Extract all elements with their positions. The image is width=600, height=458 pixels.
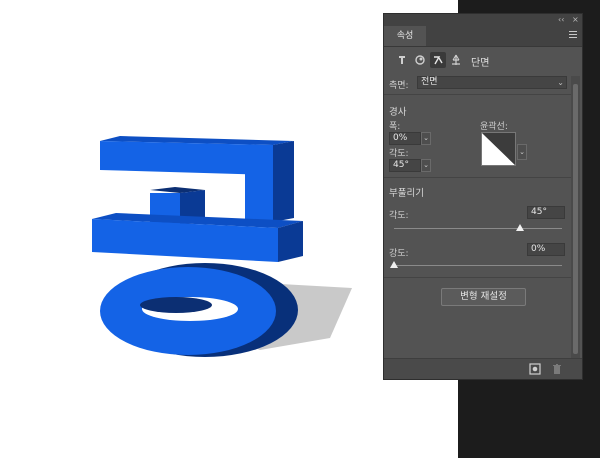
inflate-strength-slider-track[interactable] bbox=[394, 265, 562, 266]
material-icon[interactable] bbox=[412, 52, 428, 68]
chevron-down-icon: ⌄ bbox=[557, 78, 564, 87]
inflate-heading: 부풀리기 bbox=[389, 188, 424, 199]
bevel-width-field[interactable]: 0% bbox=[389, 132, 421, 145]
side-label: 측면: bbox=[389, 81, 409, 91]
divider bbox=[384, 277, 572, 278]
inflate-angle-slider-handle[interactable] bbox=[516, 224, 524, 231]
coordinates-icon[interactable] bbox=[448, 52, 464, 68]
bevel-angle-label: 각도: bbox=[389, 149, 409, 159]
inflate-strength-label: 강도: bbox=[389, 249, 409, 259]
chevron-down-icon[interactable]: ⌄ bbox=[421, 159, 431, 172]
glyph-front-face bbox=[245, 145, 273, 222]
hamburger-menu-icon[interactable] bbox=[569, 31, 577, 39]
inflate-angle-field[interactable]: 45° bbox=[527, 206, 565, 219]
scrollbar-thumb[interactable] bbox=[573, 84, 578, 354]
inflate-strength-field[interactable]: 0% bbox=[527, 243, 565, 256]
inflate-angle-label: 각도: bbox=[389, 211, 409, 221]
deformation-icon[interactable] bbox=[430, 52, 446, 68]
glyph-ring-hole-shade bbox=[140, 297, 212, 313]
chevron-down-icon[interactable]: ⌄ bbox=[517, 144, 527, 160]
contour-preview bbox=[482, 133, 515, 165]
inflate-strength-slider-handle[interactable] bbox=[390, 261, 398, 268]
contour-picker[interactable] bbox=[481, 132, 516, 166]
panel-footer bbox=[384, 358, 582, 379]
3d-mode-icon-row: 단면 bbox=[384, 50, 582, 72]
bevel-heading: 경사 bbox=[389, 107, 407, 118]
bevel-angle-field[interactable]: 45° bbox=[389, 159, 421, 172]
contour-label: 윤곽선: bbox=[480, 122, 508, 132]
render-settings-icon[interactable] bbox=[529, 363, 541, 375]
divider bbox=[384, 94, 572, 95]
panel-scrollbar[interactable] bbox=[571, 76, 580, 366]
collapse-icon[interactable]: ‹‹ bbox=[558, 14, 564, 26]
trash-icon[interactable] bbox=[551, 363, 563, 375]
inflate-angle-slider-track[interactable] bbox=[394, 228, 562, 229]
panel-tab-row: 속성 bbox=[384, 26, 582, 47]
close-icon[interactable]: × bbox=[572, 14, 579, 26]
tab-properties[interactable]: 속성 bbox=[384, 26, 426, 46]
cap-label: 단면 bbox=[471, 58, 490, 69]
bevel-width-label: 폭: bbox=[389, 122, 401, 132]
side-dropdown-value: 전면 bbox=[421, 77, 438, 87]
glyph-side-face bbox=[273, 141, 294, 222]
divider bbox=[384, 177, 572, 178]
glyph-side-face bbox=[278, 221, 303, 262]
properties-panel: ‹‹ × 속성 단면 측면: 전면 ⌄ 경사 폭: 0% ⌄ 각도: 45° ⌄… bbox=[383, 13, 583, 380]
reset-deformation-button[interactable]: 변형 재설정 bbox=[441, 288, 526, 306]
mesh-icon[interactable] bbox=[394, 52, 410, 68]
side-dropdown[interactable]: 전면 ⌄ bbox=[417, 76, 567, 89]
panel-titlebar: ‹‹ × bbox=[384, 14, 582, 26]
chevron-down-icon[interactable]: ⌄ bbox=[421, 132, 431, 145]
